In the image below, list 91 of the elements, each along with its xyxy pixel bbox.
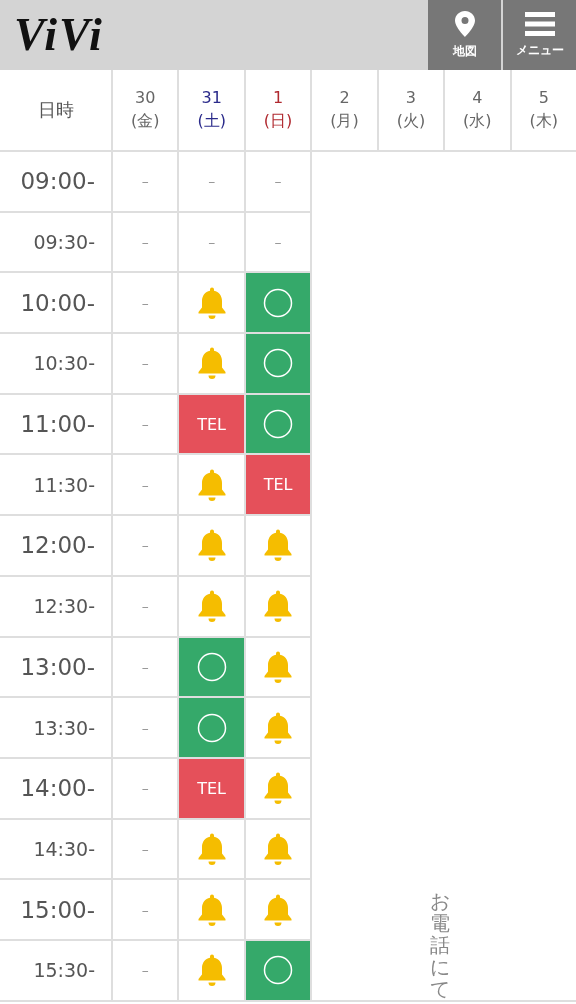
available-slot[interactable] bbox=[245, 273, 311, 333]
waitlist-slot[interactable] bbox=[179, 819, 244, 879]
map-pin-icon bbox=[454, 10, 475, 37]
bell-icon bbox=[263, 892, 294, 927]
unavailable-cell: – bbox=[113, 576, 178, 636]
bell-icon bbox=[263, 771, 294, 806]
time-cell: 15:30- bbox=[0, 940, 111, 1000]
tel-slot[interactable]: TEL bbox=[179, 394, 244, 454]
time-cell: 13:30- bbox=[0, 698, 111, 757]
day-header[interactable]: 1 (日) bbox=[245, 70, 311, 150]
circle-icon bbox=[263, 287, 294, 318]
unavailable-cell: – bbox=[113, 516, 178, 575]
logo[interactable]: ViVi bbox=[0, 0, 104, 70]
circle-icon bbox=[263, 348, 294, 379]
time-cell: 09:00- bbox=[0, 152, 111, 211]
waitlist-slot[interactable] bbox=[245, 637, 311, 697]
bell-icon bbox=[263, 710, 294, 745]
bell-icon bbox=[196, 953, 227, 988]
time-cell: 12:30- bbox=[0, 576, 111, 636]
unavailable-cell: – bbox=[113, 334, 178, 393]
waitlist-slot[interactable] bbox=[179, 455, 244, 515]
column-header: 日時 bbox=[0, 70, 111, 150]
time-cell: 10:00- bbox=[0, 273, 111, 333]
bell-icon bbox=[196, 589, 227, 624]
day-header[interactable]: 3 (火) bbox=[378, 70, 444, 150]
bell-icon bbox=[196, 285, 227, 320]
menu-icon bbox=[524, 11, 555, 36]
bell-icon bbox=[263, 831, 294, 866]
bell-icon bbox=[196, 831, 227, 866]
circle-icon bbox=[196, 651, 227, 682]
unavailable-cell: – bbox=[113, 212, 178, 272]
available-slot[interactable] bbox=[179, 637, 244, 697]
unavailable-cell: – bbox=[113, 455, 178, 515]
waitlist-slot[interactable] bbox=[179, 273, 244, 333]
unavailable-cell: – bbox=[113, 880, 178, 939]
unavailable-cell: – bbox=[113, 819, 178, 879]
phone-note: お電話にて bbox=[430, 889, 451, 1000]
circle-icon bbox=[263, 955, 294, 986]
unavailable-cell: – bbox=[179, 212, 244, 272]
day-header[interactable]: 31 (土) bbox=[179, 70, 244, 150]
circle-icon bbox=[263, 409, 294, 440]
circle-icon bbox=[196, 712, 227, 743]
available-slot[interactable] bbox=[245, 334, 311, 393]
time-cell: 09:30- bbox=[0, 212, 111, 272]
bell-icon bbox=[196, 346, 227, 381]
bell-icon bbox=[196, 467, 227, 502]
time-cell: 15:00- bbox=[0, 880, 111, 939]
time-cell: 14:00- bbox=[0, 758, 111, 818]
waitlist-slot[interactable] bbox=[179, 940, 244, 1000]
day-header[interactable]: 30 (金) bbox=[113, 70, 178, 150]
day-header[interactable]: 4 (水) bbox=[445, 70, 510, 150]
unavailable-cell: – bbox=[113, 394, 178, 454]
waitlist-slot[interactable] bbox=[245, 880, 311, 939]
bell-icon bbox=[263, 528, 294, 563]
unavailable-cell: – bbox=[179, 152, 244, 211]
day-header[interactable]: 2 (月) bbox=[312, 70, 377, 150]
unavailable-cell: – bbox=[113, 698, 178, 757]
day-header[interactable]: 5 (木) bbox=[511, 70, 576, 150]
time-cell: 14:30- bbox=[0, 819, 111, 879]
waitlist-slot[interactable] bbox=[245, 516, 311, 575]
time-cell: 13:00- bbox=[0, 637, 111, 697]
time-cell: 10:30- bbox=[0, 334, 111, 393]
unavailable-cell: – bbox=[113, 940, 178, 1000]
time-cell: 12:00- bbox=[0, 516, 111, 575]
menu-button[interactable]: メニュー bbox=[503, 0, 576, 70]
available-slot[interactable] bbox=[179, 698, 244, 757]
waitlist-slot[interactable] bbox=[245, 758, 311, 818]
unavailable-cell: – bbox=[113, 758, 178, 818]
bell-icon bbox=[196, 528, 227, 563]
waitlist-slot[interactable] bbox=[245, 819, 311, 879]
waitlist-slot[interactable] bbox=[179, 334, 244, 393]
unavailable-cell: – bbox=[245, 212, 311, 272]
bell-icon bbox=[196, 892, 227, 927]
available-slot[interactable] bbox=[245, 940, 311, 1000]
bell-icon bbox=[263, 589, 294, 624]
tel-slot[interactable]: TEL bbox=[245, 455, 311, 515]
time-cell: 11:30- bbox=[0, 455, 111, 515]
unavailable-cell: – bbox=[113, 637, 178, 697]
waitlist-slot[interactable] bbox=[179, 576, 244, 636]
waitlist-slot[interactable] bbox=[245, 698, 311, 757]
waitlist-slot[interactable] bbox=[179, 516, 244, 575]
unavailable-cell: – bbox=[113, 273, 178, 333]
unavailable-cell: – bbox=[245, 152, 311, 211]
unavailable-cell: – bbox=[113, 152, 178, 211]
time-cell: 11:00- bbox=[0, 394, 111, 454]
tel-slot[interactable]: TEL bbox=[179, 758, 244, 818]
waitlist-slot[interactable] bbox=[245, 576, 311, 636]
map-button[interactable]: 地図 bbox=[428, 0, 501, 70]
waitlist-slot[interactable] bbox=[179, 880, 244, 939]
bell-icon bbox=[263, 649, 294, 684]
available-slot[interactable] bbox=[245, 394, 311, 454]
